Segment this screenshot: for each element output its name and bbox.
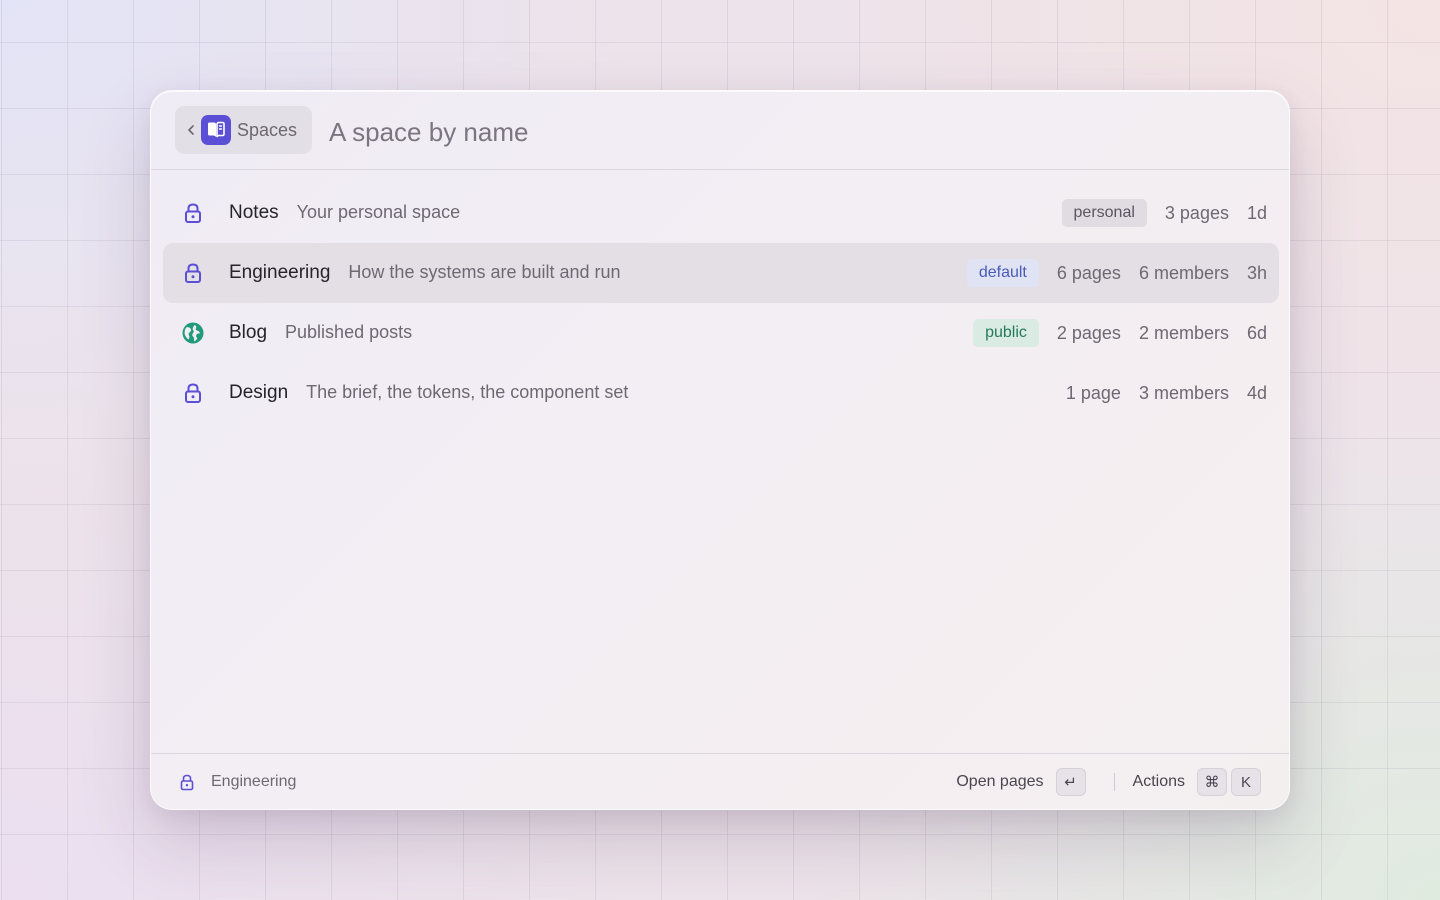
space-members: 6 members — [1138, 262, 1229, 283]
space-name: Notes — [229, 202, 279, 223]
space-row-meta: default 6 pages 6 members 3h — [966, 243, 1267, 303]
space-name: Blog — [229, 322, 268, 343]
footer-divider — [1113, 773, 1115, 791]
space-badge: personal — [1061, 199, 1147, 227]
search-input[interactable] — [329, 115, 929, 149]
space-age: 6d — [1246, 322, 1267, 343]
space-row-meta: personal 3 pages 1d — [1061, 183, 1267, 243]
space-badge: default — [966, 259, 1039, 287]
palette-footer: Engineering Open pages ↵ Actions ⌘ K — [151, 753, 1289, 809]
space-description: Your personal space — [296, 202, 461, 222]
space-row-meta: public 2 pages 2 members 6d — [973, 303, 1267, 363]
space-pages: 2 pages — [1056, 322, 1121, 343]
space-age: 3h — [1246, 262, 1267, 283]
space-badge: public — [973, 319, 1039, 347]
space-row-engineering[interactable]: Engineering How the systems are built and… — [163, 243, 1279, 303]
open-pages-action[interactable]: Open pages — [956, 773, 1043, 791]
space-age: 4d — [1246, 382, 1267, 403]
space-description: The brief, the tokens, the component set — [306, 382, 629, 402]
actions-button[interactable]: Actions — [1133, 773, 1185, 791]
space-row-design[interactable]: Design The brief, the tokens, the compone… — [163, 363, 1279, 423]
book-icon — [201, 115, 231, 145]
breadcrumb-label: Spaces — [237, 120, 298, 140]
selected-space-label: Engineering — [211, 773, 297, 790]
chevron-left-icon — [188, 125, 194, 135]
space-members: 2 members — [1138, 322, 1229, 343]
command-key-hint: ⌘ — [1197, 768, 1227, 796]
space-name: Design — [229, 382, 289, 403]
back-breadcrumb-button[interactable]: Spaces — [175, 106, 312, 154]
space-pages: 1 page — [1065, 382, 1121, 403]
space-row-text: Engineering How the systems are built and… — [229, 262, 621, 284]
lock-icon — [181, 261, 205, 285]
space-row-text: Design The brief, the tokens, the compone… — [229, 382, 628, 404]
lock-icon — [181, 201, 205, 225]
space-pages: 3 pages — [1164, 202, 1229, 223]
space-members: 3 members — [1138, 382, 1229, 403]
space-pages: 6 pages — [1056, 262, 1121, 283]
space-name: Engineering — [229, 262, 331, 283]
spaces-palette: Spaces Notes Your personal space personal 3… — [150, 90, 1290, 810]
footer-actions: Open pages ↵ Actions ⌘ K — [956, 754, 1261, 809]
globe-icon — [181, 321, 205, 345]
space-row-blog[interactable]: Blog Published posts public 2 pages 2 member… — [163, 303, 1279, 363]
lock-icon — [180, 774, 194, 791]
space-row-meta: 1 page 3 members 4d — [1066, 363, 1267, 423]
space-row-text: Blog Published posts — [229, 322, 412, 344]
space-row-text: Notes Your personal space — [229, 202, 460, 224]
space-age: 1d — [1246, 202, 1267, 223]
space-row-notes[interactable]: Notes Your personal space personal 3 pages 1… — [163, 183, 1279, 243]
lock-icon — [181, 381, 205, 405]
space-description: Published posts — [285, 322, 413, 342]
space-description: How the systems are built and run — [348, 262, 621, 282]
k-key-hint: K — [1231, 768, 1261, 796]
space-list: Notes Your personal space personal 3 pages 1… — [163, 183, 1279, 423]
enter-key-hint: ↵ — [1055, 768, 1086, 796]
palette-header: Spaces — [151, 91, 1289, 170]
